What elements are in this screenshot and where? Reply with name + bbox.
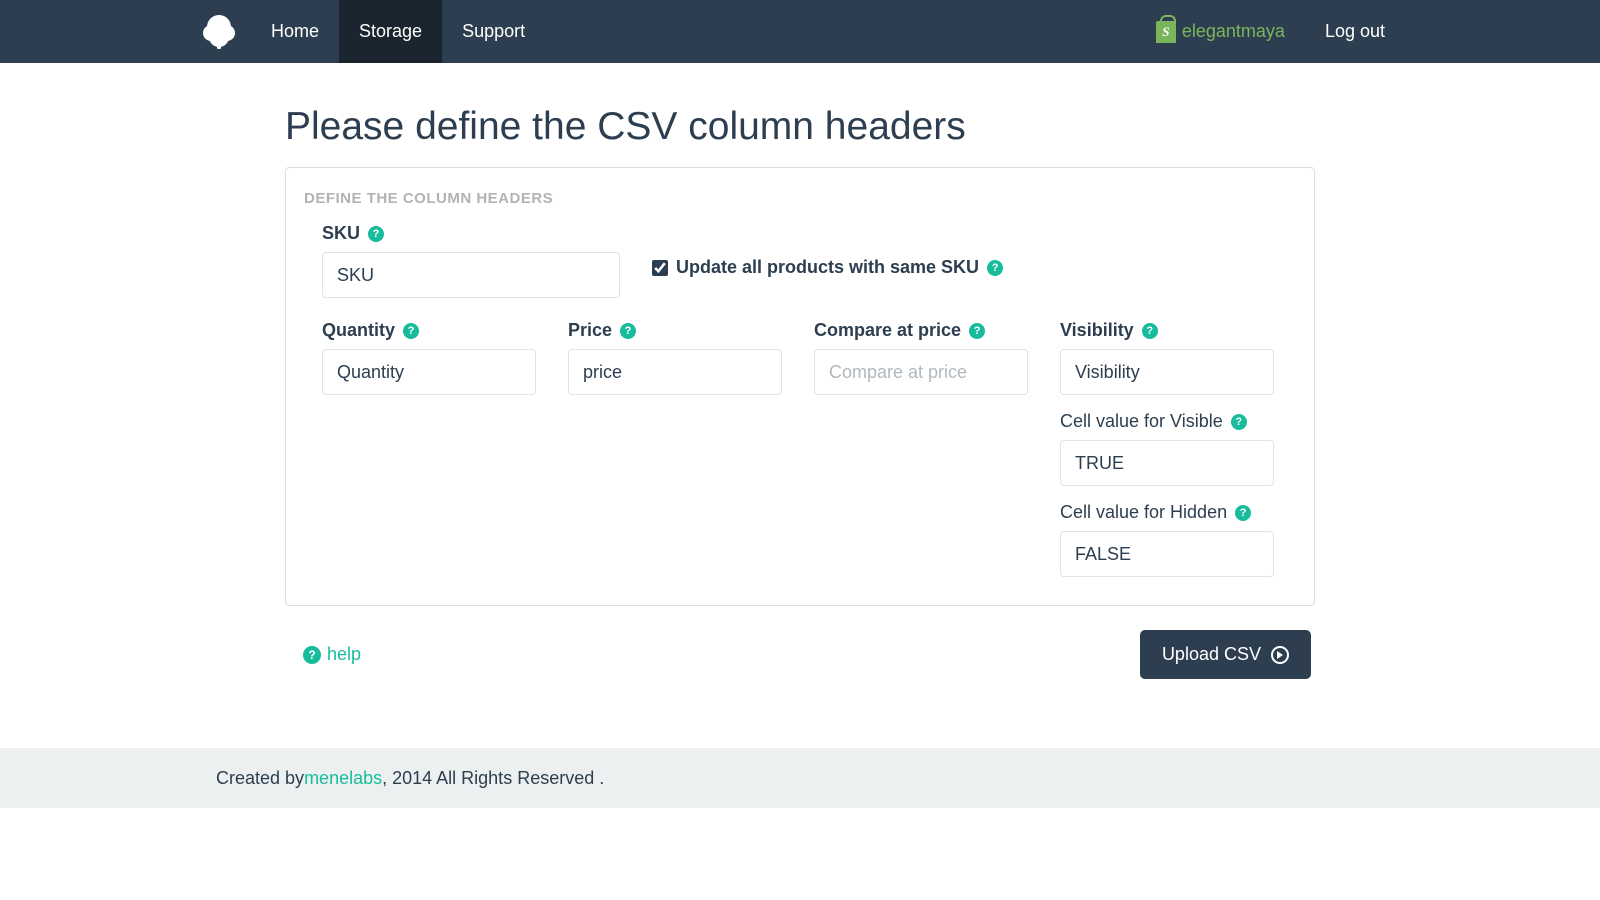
field-compare-at-price: Compare at price ? [814, 320, 1028, 395]
upload-csv-label: Upload CSV [1162, 644, 1261, 665]
nav-support[interactable]: Support [442, 0, 545, 63]
help-icon[interactable]: ? [403, 323, 419, 339]
arrow-right-circle-icon [1271, 646, 1289, 664]
label-cell-hidden: Cell value for Hidden ? [1060, 502, 1274, 523]
label-visibility-text: Visibility [1060, 320, 1134, 341]
field-visibility: Visibility ? [1060, 320, 1274, 395]
help-icon[interactable]: ? [987, 260, 1003, 276]
input-cell-hidden[interactable] [1060, 531, 1274, 577]
navbar-left: Home Storage Support [205, 0, 545, 63]
row-sku: SKU ? Update all products with same SKU … [322, 223, 1278, 298]
upload-csv-button[interactable]: Upload CSV [1140, 630, 1311, 679]
nav-storage[interactable]: Storage [339, 0, 442, 63]
label-sku: SKU ? [322, 223, 620, 244]
navbar: Home Storage Support S elegantmaya Log o… [0, 0, 1600, 63]
input-cell-visible[interactable] [1060, 440, 1274, 486]
label-compare-text: Compare at price [814, 320, 961, 341]
input-sku[interactable] [322, 252, 620, 298]
tree-icon [205, 15, 233, 49]
shop-name: elegantmaya [1182, 21, 1285, 42]
footer-link[interactable]: menelabs [304, 768, 382, 789]
label-compare-at-price: Compare at price ? [814, 320, 1028, 341]
footer-prefix: Created by [216, 768, 304, 789]
label-sku-text: SKU [322, 223, 360, 244]
label-quantity: Quantity ? [322, 320, 536, 341]
help-link[interactable]: ? help [303, 644, 361, 665]
navbar-right: S elegantmaya Log out [1136, 0, 1395, 63]
help-icon[interactable]: ? [368, 226, 384, 242]
nav-storage-label: Storage [359, 21, 422, 42]
help-icon[interactable]: ? [1235, 505, 1251, 521]
row-grid: Quantity ? Price ? Compare at price ? [322, 320, 1278, 577]
shop-badge[interactable]: S elegantmaya [1136, 0, 1305, 63]
help-icon[interactable]: ? [969, 323, 985, 339]
page-title: Please define the CSV column headers [285, 105, 1315, 149]
logout-link[interactable]: Log out [1305, 0, 1395, 63]
field-quantity: Quantity ? [322, 320, 536, 395]
input-price[interactable] [568, 349, 782, 395]
field-cell-hidden: Cell value for Hidden ? [1060, 502, 1274, 577]
checkbox-label: Update all products with same SKU [676, 257, 979, 278]
label-visibility: Visibility ? [1060, 320, 1274, 341]
label-cell-hidden-text: Cell value for Hidden [1060, 502, 1227, 523]
input-visibility[interactable] [1060, 349, 1274, 395]
logout-label: Log out [1325, 21, 1385, 42]
field-update-same-sku: Update all products with same SKU ? [652, 223, 1278, 278]
field-cell-visible: Cell value for Visible ? [1060, 411, 1274, 486]
footer-suffix: , 2014 All Rights Reserved . [382, 768, 604, 789]
checkbox-update-same-sku[interactable] [652, 260, 668, 276]
help-link-text: help [327, 644, 361, 665]
brand-logo[interactable] [205, 0, 251, 63]
help-icon[interactable]: ? [1231, 414, 1247, 430]
main-container: Please define the CSV column headers DEF… [285, 63, 1315, 679]
nav-home[interactable]: Home [251, 0, 339, 63]
input-quantity[interactable] [322, 349, 536, 395]
below-panel-row: ? help Upload CSV [285, 630, 1315, 679]
input-compare-at-price[interactable] [814, 349, 1028, 395]
help-icon[interactable]: ? [620, 323, 636, 339]
field-price: Price ? [568, 320, 782, 395]
footer: Created by menelabs , 2014 All Rights Re… [0, 748, 1600, 808]
panel-heading: DEFINE THE COLUMN HEADERS [304, 190, 1296, 207]
help-icon: ? [303, 646, 321, 664]
field-sku: SKU ? [322, 223, 620, 298]
shopify-bag-icon: S [1156, 21, 1176, 43]
label-cell-visible: Cell value for Visible ? [1060, 411, 1274, 432]
label-cell-visible-text: Cell value for Visible [1060, 411, 1223, 432]
column-headers-panel: DEFINE THE COLUMN HEADERS SKU ? Update a… [285, 167, 1315, 606]
nav-support-label: Support [462, 21, 525, 42]
help-icon[interactable]: ? [1142, 323, 1158, 339]
label-quantity-text: Quantity [322, 320, 395, 341]
label-price: Price ? [568, 320, 782, 341]
field-visibility-group: Visibility ? Cell value for Visible ? Ce… [1060, 320, 1274, 577]
nav-home-label: Home [271, 21, 319, 42]
label-price-text: Price [568, 320, 612, 341]
